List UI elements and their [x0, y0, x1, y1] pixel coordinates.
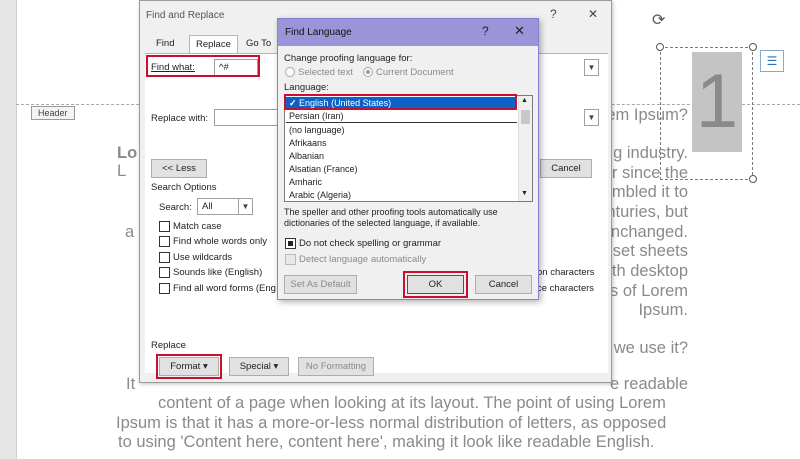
- resize-handle[interactable]: [749, 43, 757, 51]
- current-document-radio[interactable]: [363, 67, 373, 77]
- highlight-box: [403, 271, 468, 298]
- dialog-title: Find Language: [285, 27, 352, 38]
- doc-text-line: Ipsum is that it has a more-or-less norm…: [116, 414, 667, 432]
- wildcards-label: Use wildcards: [173, 252, 233, 263]
- title-bar: Find Language ? ✕: [278, 19, 538, 46]
- header-tag: Header: [31, 106, 75, 120]
- detect-language-label: Detect language automatically: [299, 254, 427, 265]
- dialog-title: Find and Replace: [146, 10, 225, 21]
- list-item[interactable]: Amharic: [286, 176, 517, 189]
- list-item[interactable]: Afrikaans: [286, 137, 517, 150]
- doc-text-line: e readable: [610, 375, 688, 393]
- search-direction-select[interactable]: All: [197, 198, 239, 215]
- list-item[interactable]: (no language): [286, 124, 517, 137]
- option-label: on characters: [537, 267, 595, 278]
- find-language-dialog: Find Language ? ✕ Change proofing langua…: [277, 18, 539, 300]
- doc-text-line: unchanged.: [601, 223, 688, 241]
- do-not-check-checkbox[interactable]: [285, 238, 296, 249]
- info-text: dictionaries of the selected language, i…: [284, 218, 481, 228]
- tab-go-to[interactable]: Go To: [240, 35, 277, 53]
- close-button[interactable]: ✕: [514, 23, 525, 39]
- doc-text-line: nturies, but: [606, 203, 688, 221]
- doc-text-fragment: Lo: [117, 144, 138, 162]
- list-item[interactable]: Arabic (Algeria): [286, 189, 517, 201]
- doc-text-line: we use it?: [613, 339, 688, 357]
- selected-text-radio[interactable]: [285, 67, 295, 77]
- doc-text-fragment: a: [125, 223, 135, 241]
- info-text: The speller and other proofing tools aut…: [284, 207, 498, 217]
- change-language-label: Change proofing language for:: [284, 53, 413, 64]
- word-forms-checkbox[interactable]: [159, 283, 170, 294]
- help-button[interactable]: ?: [550, 7, 557, 21]
- resize-handle[interactable]: [749, 175, 757, 183]
- special-button-label: Special: [239, 361, 271, 372]
- sounds-like-checkbox[interactable]: [159, 267, 170, 278]
- doc-text-line: g industry.: [613, 144, 688, 162]
- option-label: ce characters: [537, 283, 595, 294]
- list-item[interactable]: Albanian: [286, 150, 517, 163]
- help-button[interactable]: ?: [482, 24, 489, 38]
- cancel-button[interactable]: Cancel: [540, 159, 592, 178]
- highlight-box: [146, 55, 260, 77]
- no-formatting-button[interactable]: No Formatting: [298, 357, 374, 376]
- doc-text-line: th desktop: [611, 262, 688, 280]
- match-case-checkbox[interactable]: [159, 221, 170, 232]
- doc-text-fragment: L: [117, 162, 127, 180]
- resize-handle[interactable]: [656, 43, 664, 51]
- checkbox-fill: [288, 241, 293, 246]
- wildcards-checkbox[interactable]: [159, 252, 170, 263]
- cancel-button[interactable]: Cancel: [475, 275, 532, 294]
- replace-with-input[interactable]: [214, 109, 278, 126]
- scroll-up-icon[interactable]: ▲: [521, 97, 528, 104]
- set-as-default-button[interactable]: Set As Default: [284, 275, 357, 294]
- whole-words-label: Find whole words only: [173, 236, 267, 247]
- rotate-handle-icon[interactable]: ⟳: [652, 10, 665, 30]
- search-label: Search:: [159, 202, 192, 213]
- doc-text-line: mbled it to: [611, 183, 688, 201]
- language-label: Language:: [284, 82, 329, 93]
- replace-section-label: Replace: [151, 340, 186, 351]
- doc-text-line: r since the: [611, 164, 688, 182]
- replace-with-dropdown-icon[interactable]: ▼: [584, 109, 599, 126]
- tab-replace[interactable]: Replace: [189, 35, 238, 54]
- selected-text-label: Selected text: [298, 67, 353, 78]
- tab-find[interactable]: Find: [150, 35, 180, 53]
- find-what-dropdown-icon[interactable]: ▼: [584, 59, 599, 76]
- list-scrollbar[interactable]: ▲ ▼: [518, 96, 532, 201]
- replace-with-label: Replace with:: [151, 113, 209, 124]
- word-forms-label: Find all word forms (Eng: [173, 283, 276, 294]
- whole-words-checkbox[interactable]: [159, 236, 170, 247]
- special-button[interactable]: Special ▾: [229, 357, 289, 376]
- highlight-box: [284, 94, 517, 110]
- doc-text-fragment: It: [126, 375, 136, 393]
- current-document-label: Current Document: [376, 67, 454, 78]
- match-case-label: Match case: [173, 221, 222, 232]
- list-item[interactable]: Alsatian (France): [286, 163, 517, 176]
- doc-text-line: Ipsum.: [638, 301, 688, 319]
- do-not-check-label: Do not check spelling or grammar: [299, 238, 442, 249]
- doc-text-line: content of a page when looking at its la…: [158, 394, 666, 412]
- highlight-box: [156, 354, 222, 379]
- doc-text-line: to using 'Content here, content here', m…: [118, 433, 655, 451]
- detect-language-checkbox[interactable]: [285, 254, 296, 265]
- sounds-like-label: Sounds like (English): [173, 267, 263, 278]
- search-options-label: Search Options: [151, 182, 217, 193]
- doc-text-line: set sheets: [612, 242, 688, 260]
- scroll-down-icon[interactable]: ▼: [521, 190, 528, 197]
- close-button[interactable]: ✕: [588, 7, 598, 21]
- scroll-thumb[interactable]: [521, 110, 530, 124]
- search-dropdown-icon[interactable]: ▼: [238, 198, 253, 215]
- doc-text-line: s of Lorem: [610, 282, 688, 300]
- less-button[interactable]: << Less: [151, 159, 207, 178]
- layout-options-icon[interactable]: ☰: [760, 50, 784, 72]
- language-list[interactable]: ✓ English (United States) Persian (Iran)…: [284, 95, 533, 202]
- list-item[interactable]: Persian (Iran): [286, 110, 517, 123]
